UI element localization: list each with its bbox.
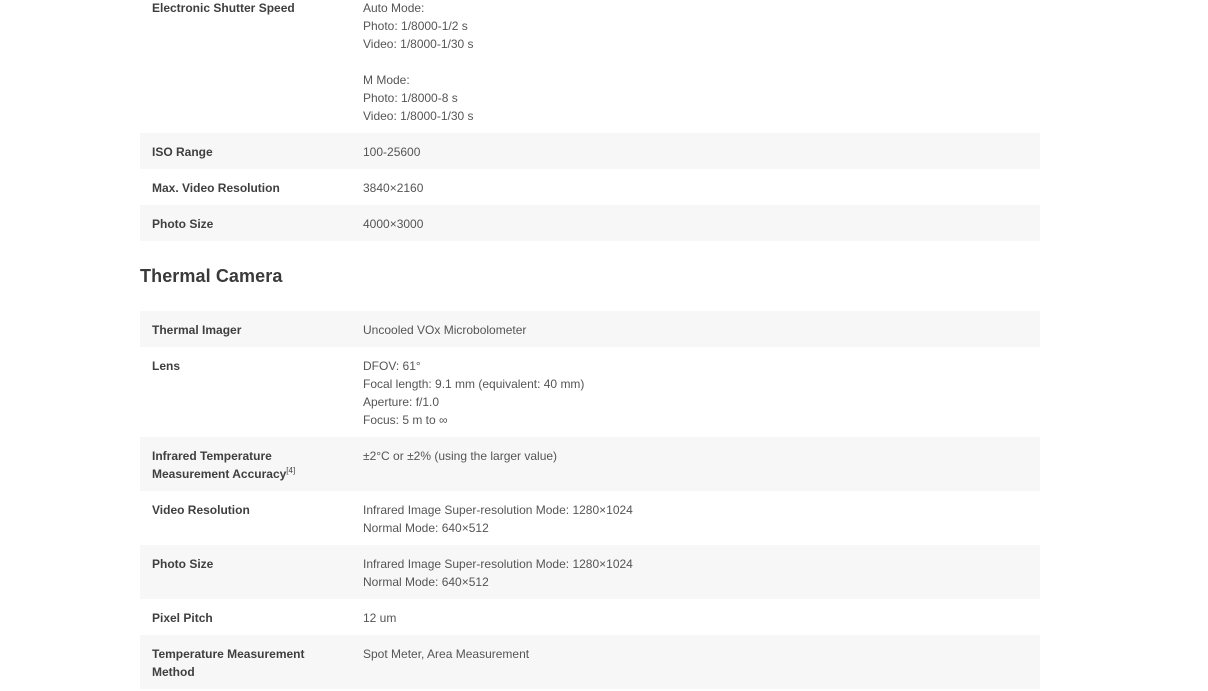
spec-row-max-video-resolution: Max. Video Resolution 3840×2160 <box>140 169 1040 205</box>
spec-row-photo-size: Photo Size 4000×3000 <box>140 205 1040 241</box>
spec-label: ISO Range <box>152 145 213 159</box>
spec-value-line: Video: 1/8000-1/30 s <box>363 37 474 51</box>
spec-label: Electronic Shutter Speed <box>152 1 295 15</box>
spec-label: Pixel Pitch <box>152 611 213 625</box>
spec-value-line: DFOV: 61° <box>363 359 421 373</box>
spec-row-electronic-shutter-speed: Electronic Shutter Speed Auto Mode: Phot… <box>140 0 1040 133</box>
spec-row-pixel-pitch: Pixel Pitch 12 um <box>140 599 1040 635</box>
spec-value-line: Photo: 1/8000-8 s <box>363 91 458 105</box>
spec-value: Infrared Image Super-resolution Mode: 12… <box>363 555 1040 591</box>
spec-label-line: Method <box>152 665 195 679</box>
spec-value-line: Infrared Image Super-resolution Mode: 12… <box>363 503 633 517</box>
spec-value-line <box>363 53 1040 71</box>
spec-row-thermal-imager: Thermal Imager Uncooled VOx Microbolomet… <box>140 311 1040 347</box>
thermal-spec-table: Thermal Imager Uncooled VOx Microbolomet… <box>140 311 1040 689</box>
spec-value-line: ±2°C or ±2% (using the larger value) <box>363 449 558 463</box>
spec-value-line: Focal length: 9.1 mm (equivalent: 40 mm) <box>363 377 585 391</box>
footnote-link[interactable]: [4] <box>286 466 295 475</box>
spec-value: Infrared Image Super-resolution Mode: 12… <box>363 501 1040 537</box>
spec-value-line: Uncooled VOx Microbolometer <box>363 323 527 337</box>
spec-value-line: Aperture: f/1.0 <box>363 395 440 409</box>
spec-label: Video Resolution <box>152 503 250 517</box>
spec-page: Electronic Shutter Speed Auto Mode: Phot… <box>140 0 1040 689</box>
spec-label: Photo Size <box>152 557 214 571</box>
spec-value-line: M Mode: <box>363 73 410 87</box>
spec-value: 100-25600 <box>363 143 1040 161</box>
spec-value-line: 4000×3000 <box>363 217 424 231</box>
spec-value-line: 100-25600 <box>363 145 421 159</box>
spec-value: 4000×3000 <box>363 215 1040 233</box>
spec-value: 12 um <box>363 609 1040 627</box>
section-title-thermal-camera: Thermal Camera <box>140 266 283 286</box>
spec-row-video-resolution: Video Resolution Infrared Image Super-re… <box>140 491 1040 545</box>
spec-value: 3840×2160 <box>363 179 1040 197</box>
spec-value: DFOV: 61° Focal length: 9.1 mm (equivale… <box>363 357 1040 429</box>
spec-value-line: Normal Mode: 640×512 <box>363 575 489 589</box>
spec-value-line: Video: 1/8000-1/30 s <box>363 109 474 123</box>
spec-value: Uncooled VOx Microbolometer <box>363 321 1040 339</box>
camera-spec-table: Electronic Shutter Speed Auto Mode: Phot… <box>140 0 1040 241</box>
spec-label-line: Measurement Accuracy <box>152 467 287 481</box>
spec-row-lens: Lens DFOV: 61° Focal length: 9.1 mm (equ… <box>140 347 1040 437</box>
spec-label-line: Infrared Temperature <box>152 449 272 463</box>
spec-label: Infrared Temperature Measurement Accurac… <box>140 447 363 483</box>
spec-label: Lens <box>152 359 181 373</box>
spec-value-line: Spot Meter, Area Measurement <box>363 647 530 661</box>
spec-value-line: Focus: 5 m to ∞ <box>363 413 448 427</box>
spec-value: Auto Mode: Photo: 1/8000-1/2 s Video: 1/… <box>363 0 1040 125</box>
spec-value: ±2°C or ±2% (using the larger value) <box>363 447 1040 483</box>
spec-value-line: Photo: 1/8000-1/2 s <box>363 19 468 33</box>
spec-label: Photo Size <box>152 217 214 231</box>
spec-value-line: Infrared Image Super-resolution Mode: 12… <box>363 557 633 571</box>
spec-row-photo-size-thermal: Photo Size Infrared Image Super-resoluti… <box>140 545 1040 599</box>
spec-value-line: Auto Mode: <box>363 1 425 15</box>
spec-value-line: 12 um <box>363 611 397 625</box>
spec-value: Spot Meter, Area Measurement <box>363 645 1040 681</box>
spec-row-temperature-measurement-method: Temperature Measurement Method Spot Mete… <box>140 635 1040 689</box>
spec-row-infrared-temperature-accuracy: Infrared Temperature Measurement Accurac… <box>140 437 1040 491</box>
spec-label: Thermal Imager <box>152 323 242 337</box>
spec-label-line: Temperature Measurement <box>152 647 305 661</box>
spec-label: Temperature Measurement Method <box>140 645 363 681</box>
spec-value-line: Normal Mode: 640×512 <box>363 521 489 535</box>
spec-row-iso-range: ISO Range 100-25600 <box>140 133 1040 169</box>
spec-value-line: 3840×2160 <box>363 181 424 195</box>
spec-label: Max. Video Resolution <box>152 181 280 195</box>
